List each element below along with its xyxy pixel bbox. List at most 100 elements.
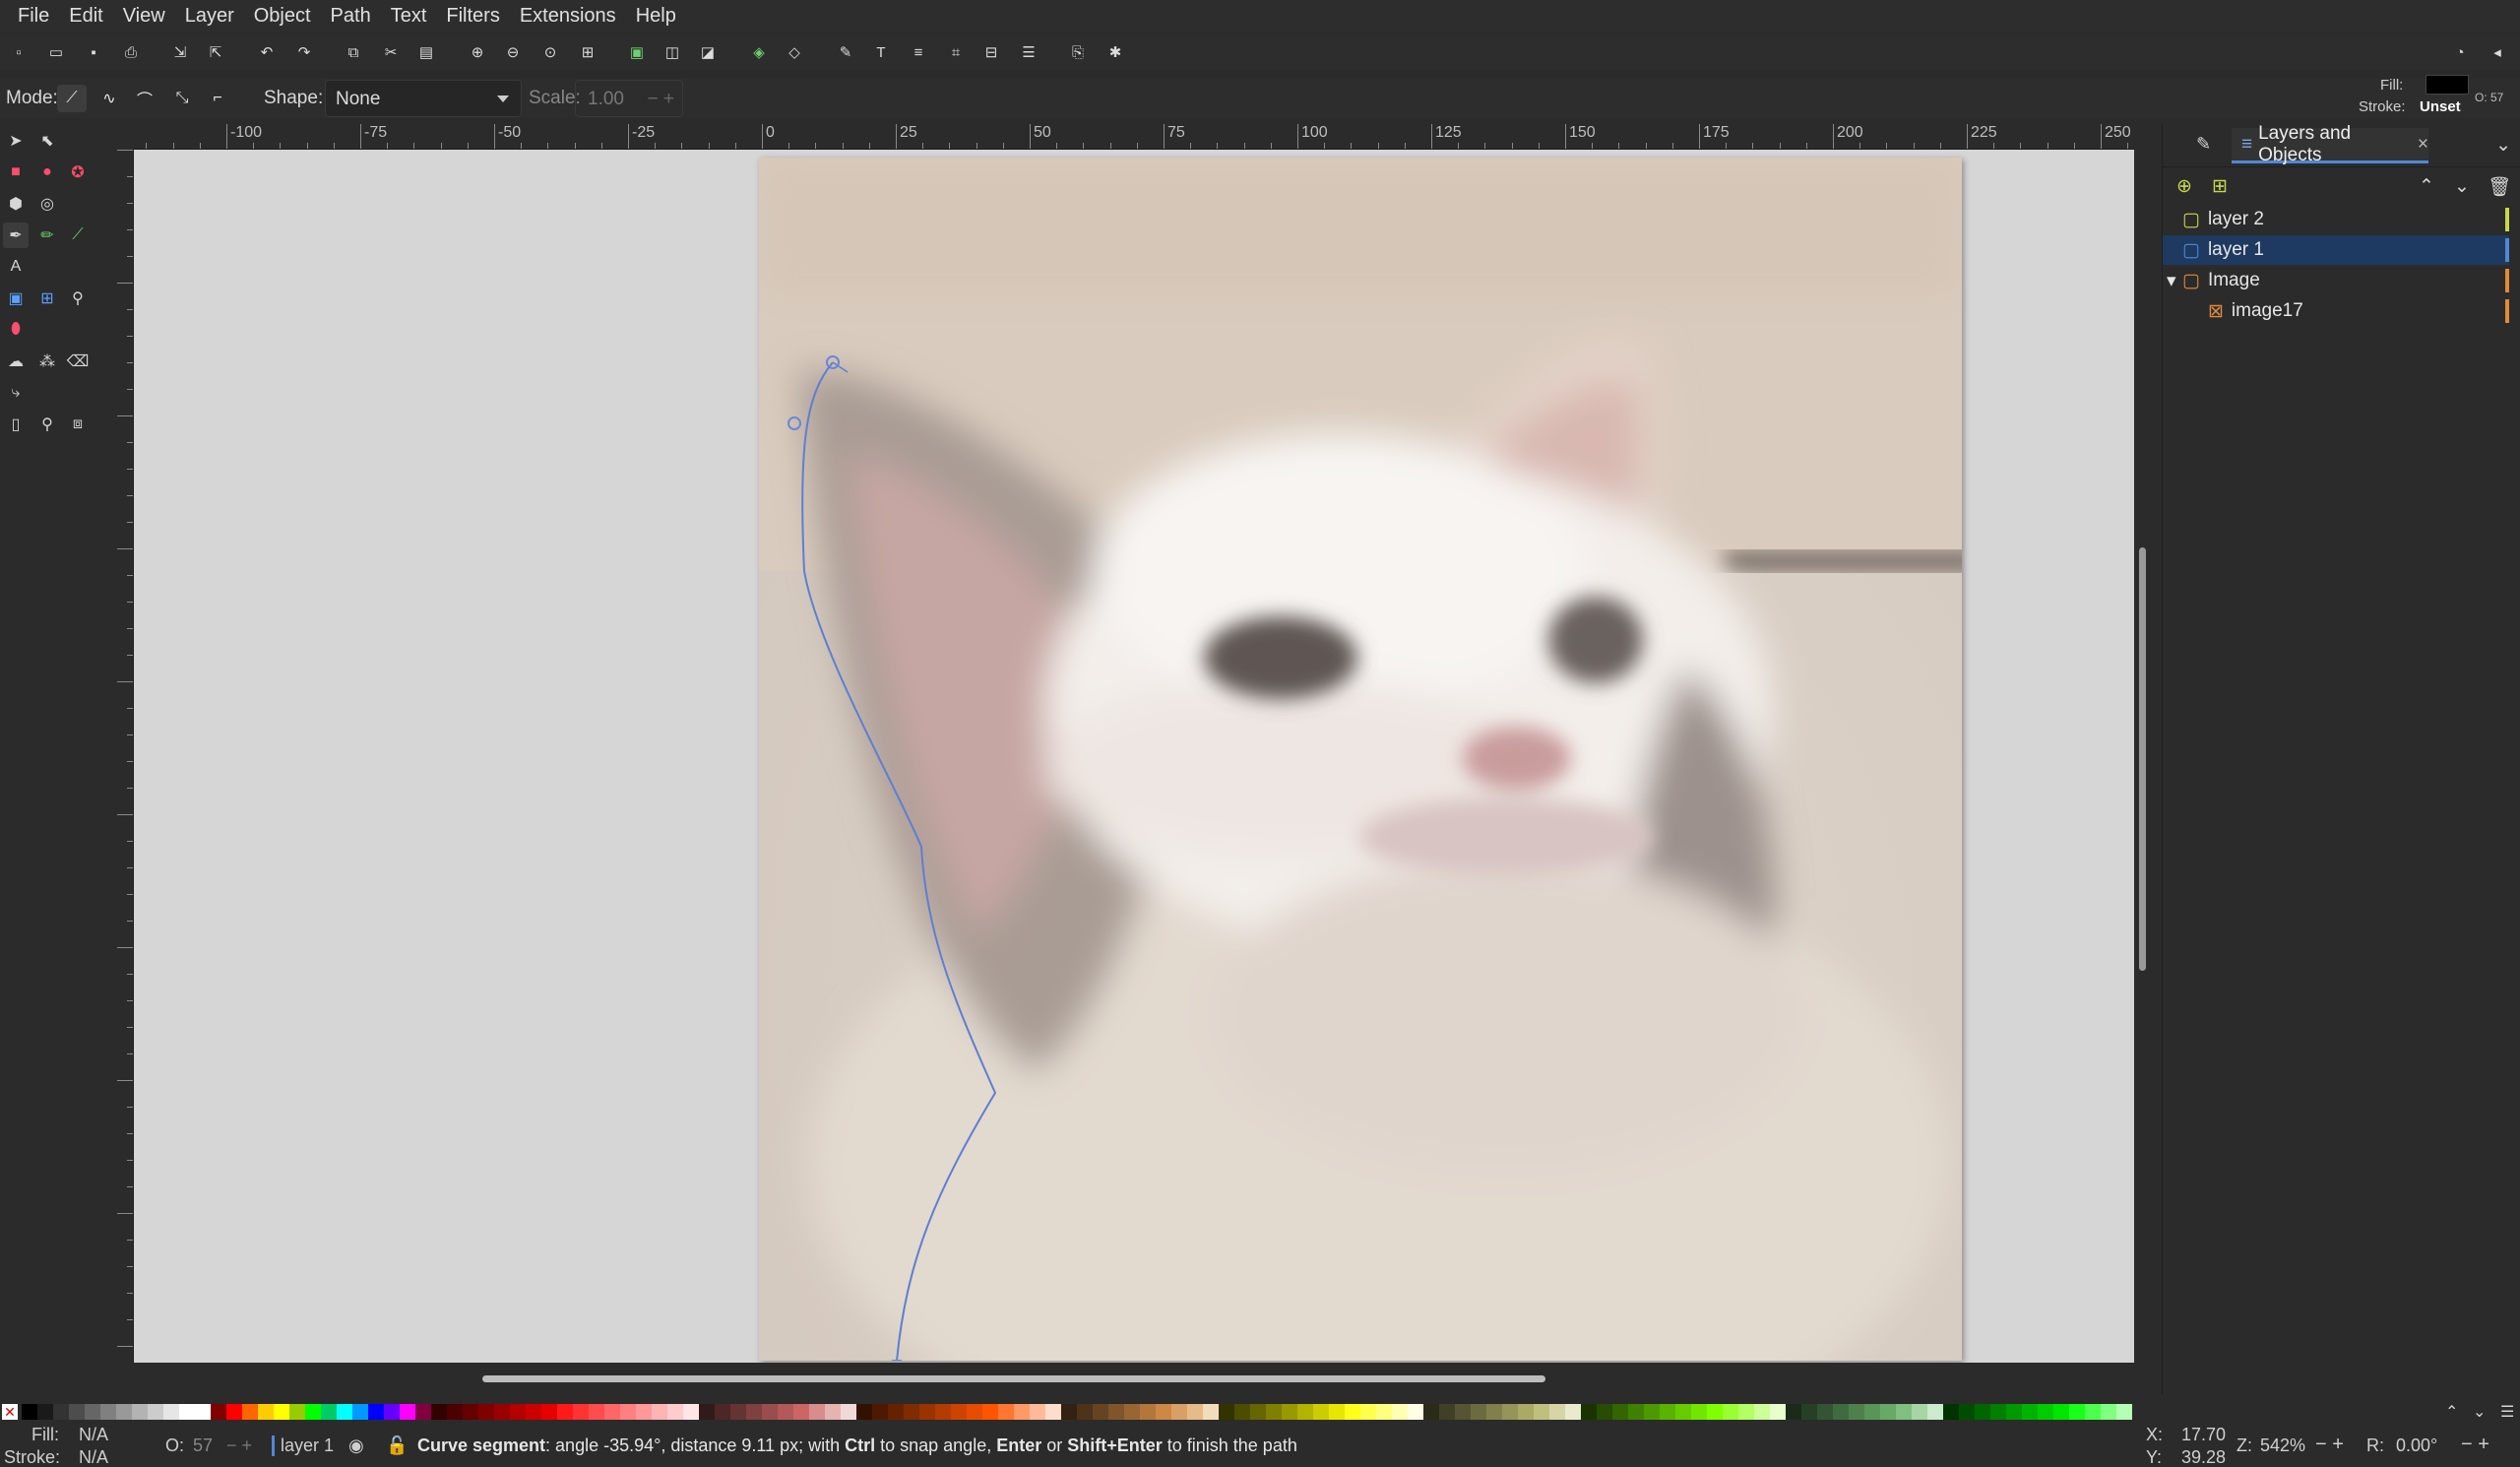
color-swatch[interactable] [1234,1404,1250,1420]
color-swatch[interactable] [1534,1404,1549,1420]
color-swatch[interactable] [2085,1404,2101,1420]
layer-row[interactable]: ▾ ▢ Image [2163,266,2509,295]
color-swatch[interactable] [1707,1404,1723,1420]
palette-scroll-down-icon[interactable]: ⌄ [2473,1402,2486,1422]
group-icon[interactable]: ◈ [748,41,770,63]
color-swatch[interactable] [211,1404,226,1420]
layer-lock-icon[interactable]: 🔓 [386,1435,408,1456]
chevron-down-icon[interactable]: ⌄ [2495,134,2511,157]
color-swatch[interactable] [242,1404,258,1420]
color-swatch[interactable] [872,1404,888,1420]
redo-icon[interactable]: ↷ [293,41,315,63]
cut-icon[interactable]: ✂ [380,41,402,63]
zoom-drawing-icon[interactable]: ⊖ [502,41,524,63]
color-swatch[interactable] [951,1404,967,1420]
scale-input[interactable]: 1.00 − + [575,80,683,117]
color-swatch[interactable] [557,1404,573,1420]
color-swatch[interactable] [683,1404,699,1420]
color-swatch[interactable] [1014,1404,1030,1420]
color-swatch[interactable] [888,1404,904,1420]
color-swatch[interactable] [1565,1404,1581,1420]
color-swatch[interactable] [1581,1404,1597,1420]
horizontal-scrollbar[interactable] [134,1363,2134,1392]
color-swatch[interactable] [1045,1404,1061,1420]
dropper-tool-icon[interactable]: ⚲ [65,286,91,311]
color-swatch[interactable] [69,1404,85,1420]
color-swatch[interactable] [1786,1404,1801,1420]
color-swatch[interactable] [179,1404,195,1420]
color-swatch[interactable] [100,1404,116,1420]
color-swatch[interactable] [1439,1404,1455,1420]
paint-bucket-tool-icon[interactable]: ⬮ [3,317,29,343]
color-swatch[interactable] [53,1404,69,1420]
delete-icon[interactable]: 🗑 [2488,175,2511,199]
color-swatch[interactable] [919,1404,935,1420]
color-swatch[interactable] [1187,1404,1203,1420]
unlink-clone-icon[interactable]: ◪ [697,41,719,63]
color-swatch[interactable] [1927,1404,1943,1420]
import-icon[interactable]: ⇲ [169,41,191,63]
color-swatch[interactable] [116,1404,132,1420]
color-swatch[interactable] [494,1404,510,1420]
menu-layer[interactable]: Layer [175,5,244,28]
paste-icon[interactable]: ▤ [415,41,437,63]
eraser-tool-icon[interactable]: ⌫ [65,349,91,374]
color-swatch[interactable] [1660,1404,1675,1420]
color-swatch[interactable] [415,1404,431,1420]
document-properties-icon[interactable]: ⎘ [1067,41,1089,63]
color-swatch[interactable] [1754,1404,1770,1420]
color-swatch[interactable] [998,1404,1014,1420]
drawing-canvas[interactable] [134,150,2134,1363]
raise-icon[interactable]: ⌃ [2419,175,2434,198]
color-swatch[interactable] [589,1404,604,1420]
color-swatch[interactable] [1518,1404,1534,1420]
color-swatch[interactable] [510,1404,526,1420]
color-swatch[interactable] [730,1404,746,1420]
menu-extensions[interactable]: Extensions [510,5,626,28]
color-swatch[interactable] [305,1404,321,1420]
menu-view[interactable]: View [113,5,175,28]
objects-icon[interactable]: ☰ [1018,41,1040,63]
save-icon[interactable]: ▪ [83,41,104,63]
color-swatch[interactable] [1644,1404,1660,1420]
text-tool-icon[interactable]: A [3,254,29,280]
zoom-spin-icon[interactable]: − + [2315,1434,2344,1456]
zoom-value[interactable]: 542% [2260,1435,2305,1456]
color-swatch[interactable] [1219,1404,1234,1420]
print-icon[interactable]: ⎙ [120,41,142,63]
color-swatch[interactable] [1077,1404,1093,1420]
color-swatch[interactable] [1691,1404,1707,1420]
color-swatch[interactable] [573,1404,589,1420]
color-swatch[interactable] [1140,1404,1156,1420]
color-swatch[interactable] [37,1404,53,1420]
export-icon[interactable]: ⇱ [205,41,226,63]
color-swatch[interactable] [1502,1404,1518,1420]
layer-row[interactable]: ▢ layer 2 [2163,205,2509,234]
zoom-page-icon[interactable]: ⊙ [539,41,561,63]
menu-edit[interactable]: Edit [59,5,112,28]
color-swatch[interactable] [2101,1404,2116,1420]
color-swatch[interactable] [856,1404,872,1420]
color-swatch[interactable] [1171,1404,1187,1420]
color-swatch[interactable] [620,1404,636,1420]
ungroup-icon[interactable]: ◇ [784,41,805,63]
xml-editor-icon[interactable]: ⌗ [945,41,967,63]
color-swatch[interactable] [1423,1404,1439,1420]
color-swatch[interactable] [1030,1404,1045,1420]
color-swatch[interactable] [1203,1404,1219,1420]
menu-file[interactable]: File [8,5,59,28]
layer-visibility-icon[interactable]: ◉ [348,1435,364,1456]
spin-buttons-icon[interactable]: − + [648,89,674,110]
color-swatch[interactable] [967,1404,982,1420]
fill-stroke-icon[interactable]: ✎ [835,41,856,63]
color-swatch[interactable] [1266,1404,1282,1420]
color-swatch[interactable] [1486,1404,1502,1420]
color-swatch[interactable] [1329,1404,1345,1420]
color-swatch[interactable] [793,1404,809,1420]
fill-swatch[interactable] [2426,75,2469,95]
spiral-tool-icon[interactable]: ◎ [34,191,60,217]
color-swatch[interactable] [1250,1404,1266,1420]
zoom-tool-icon[interactable]: ⚲ [34,412,60,437]
align-distribute-icon[interactable]: ⊟ [980,41,1002,63]
color-swatch[interactable] [447,1404,463,1420]
